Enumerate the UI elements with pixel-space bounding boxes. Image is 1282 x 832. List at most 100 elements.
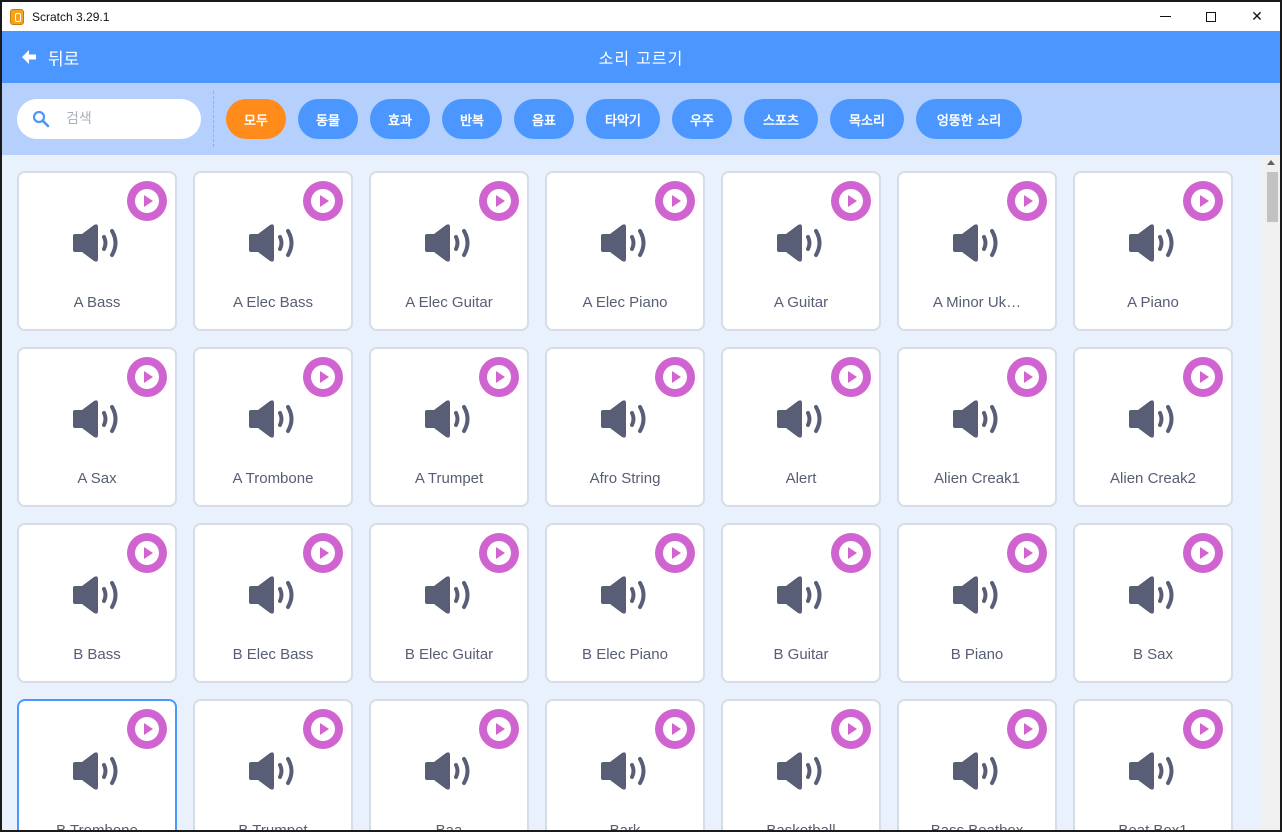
tag-0[interactable]: 모두 [226,99,286,139]
tag-1[interactable]: 동물 [298,99,358,139]
sound-card[interactable]: B Guitar [721,523,881,683]
sound-card[interactable]: Bass Beatbox [897,699,1057,830]
sound-card[interactable]: B Sax [1073,523,1233,683]
sound-card[interactable]: B Bass [17,523,177,683]
tag-8[interactable]: 목소리 [830,99,904,139]
speaker-icon [949,397,1005,445]
sound-card[interactable]: B Piano [897,523,1057,683]
sound-card[interactable]: A Elec Bass [193,171,353,331]
tag-6[interactable]: 우주 [672,99,732,139]
play-button[interactable] [303,533,343,573]
play-button[interactable] [1007,181,1047,221]
play-button[interactable] [1007,709,1047,749]
page-title: 소리 고르기 [598,49,684,68]
play-button[interactable] [127,709,167,749]
speaker-icon [421,573,477,621]
play-button[interactable] [1183,709,1223,749]
sound-card[interactable]: B Trumpet [193,699,353,830]
tag-4[interactable]: 음표 [514,99,574,139]
library-header: 뒤로 소리 고르기 [2,31,1280,83]
play-icon [1191,365,1215,389]
sound-name: B Elec Piano [582,646,668,663]
maximize-button[interactable] [1188,2,1234,31]
play-button[interactable] [479,357,519,397]
play-button[interactable] [1183,357,1223,397]
sound-name: Baa [435,822,463,832]
sound-card[interactable]: B Trombone [17,699,177,830]
play-button[interactable] [479,709,519,749]
search-box[interactable] [17,99,201,139]
sound-name: A Trumpet [414,470,484,487]
sound-card[interactable]: Beat Box1 [1073,699,1233,832]
sound-name: A Piano [1127,294,1179,311]
sound-card[interactable]: Basketball [721,699,881,830]
play-button[interactable] [1183,181,1223,221]
speaker-icon [421,749,477,797]
play-button[interactable] [1007,533,1047,573]
play-icon [1191,541,1215,565]
sound-card[interactable]: Alien Creak1 [897,347,1057,507]
sound-name: A Bass [73,294,121,311]
sound-card[interactable]: Baa [369,699,529,832]
sound-card[interactable]: A Elec Piano [545,171,705,331]
play-button[interactable] [479,533,519,573]
sound-card[interactable]: A Elec Guitar [369,171,529,331]
play-button[interactable] [1007,357,1047,397]
tag-3[interactable]: 반복 [442,99,502,139]
search-input[interactable] [66,111,186,127]
sound-name: Alien Creak2 [1110,470,1196,487]
sound-card[interactable]: Bark [545,699,705,832]
play-button[interactable] [831,533,871,573]
play-button[interactable] [479,181,519,221]
play-button[interactable] [127,533,167,573]
play-button[interactable] [655,709,695,749]
sound-card[interactable]: Alien Creak2 [1073,347,1233,507]
minimize-button[interactable] [1142,2,1188,31]
sound-name: Bark [609,822,641,832]
play-button[interactable] [127,357,167,397]
play-icon [135,541,159,565]
play-button[interactable] [831,357,871,397]
sound-card[interactable]: A Bass [17,171,177,331]
speaker-icon [949,221,1005,269]
sound-card[interactable]: A Sax [17,347,177,507]
tag-5[interactable]: 타악기 [586,99,660,139]
sound-name: B Bass [73,646,121,663]
sound-card[interactable]: B Elec Bass [193,523,353,683]
scroll-thumb[interactable] [1267,172,1278,222]
sound-card[interactable]: A Trumpet [369,347,529,507]
play-button[interactable] [655,357,695,397]
window-controls: ✕ [1142,2,1280,31]
speaker-icon [773,397,829,445]
play-button[interactable] [303,357,343,397]
play-button[interactable] [655,181,695,221]
sound-card[interactable]: B Elec Piano [545,523,705,683]
play-button[interactable] [303,181,343,221]
play-button[interactable] [831,181,871,221]
sound-card[interactable]: A Minor Uk… [897,171,1057,331]
speaker-icon [245,221,301,269]
play-button[interactable] [831,709,871,749]
speaker-icon [245,573,301,621]
tag-7[interactable]: 스포츠 [744,99,818,139]
speaker-icon [69,397,125,445]
tag-9[interactable]: 엉뚱한 소리 [916,99,1022,139]
sound-card[interactable]: Alert [721,347,881,507]
sound-card[interactable]: A Trombone [193,347,353,507]
play-icon [311,189,335,213]
play-button[interactable] [127,181,167,221]
sound-card[interactable]: Afro String [545,347,705,507]
scrollbar[interactable] [1262,155,1280,830]
tag-2[interactable]: 효과 [370,99,430,139]
sound-card[interactable]: B Elec Guitar [369,523,529,683]
play-button[interactable] [303,709,343,749]
back-button[interactable]: 뒤로 [20,45,79,70]
sound-card[interactable]: A Guitar [721,171,881,331]
close-button[interactable]: ✕ [1234,2,1280,31]
speaker-icon [949,573,1005,621]
scroll-up-icon[interactable] [1267,160,1275,165]
play-button[interactable] [655,533,695,573]
sound-card[interactable]: A Piano [1073,171,1233,331]
sound-name: Beat Box1 [1118,822,1188,832]
play-button[interactable] [1183,533,1223,573]
